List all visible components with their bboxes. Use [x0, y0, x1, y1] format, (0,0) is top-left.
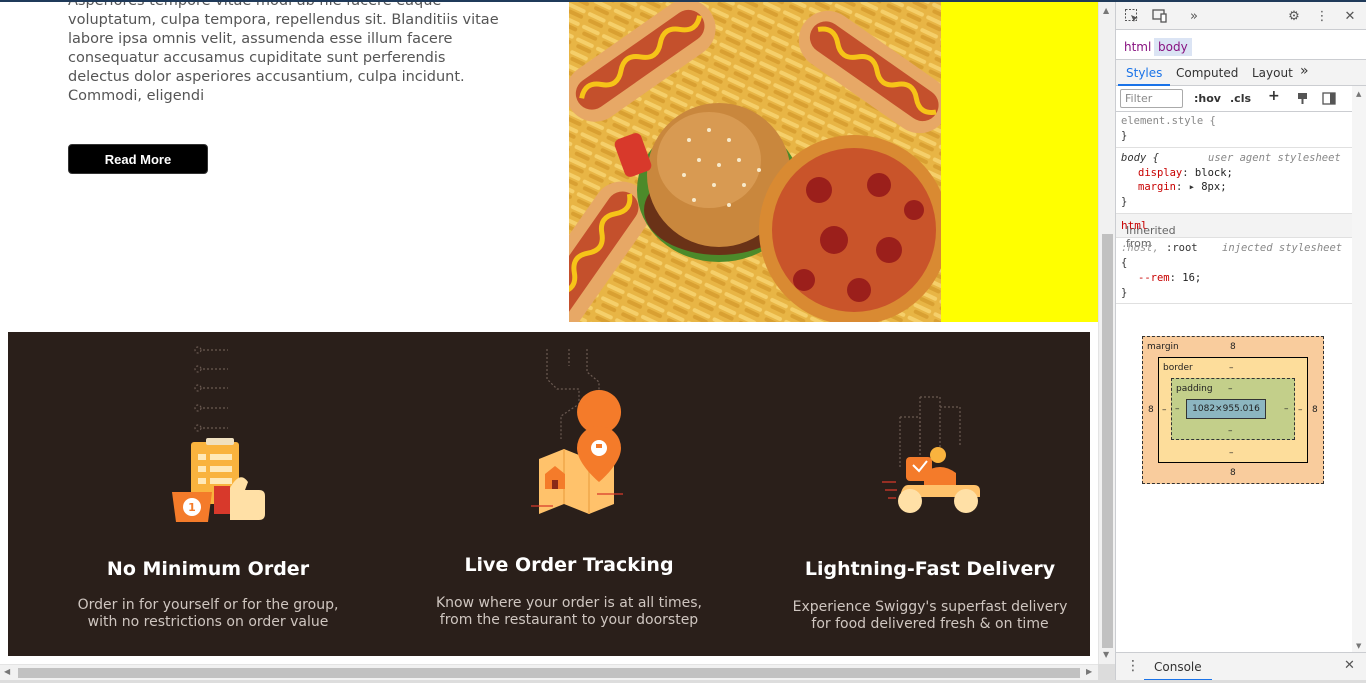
margin-top-value[interactable]: 8: [1230, 342, 1236, 352]
box-model-margin-label: margin: [1147, 342, 1179, 352]
features-section: 1 No Minimum Order Order in for yourself…: [8, 332, 1090, 656]
css-declaration[interactable]: margin: ▸ 8px;: [1138, 181, 1227, 193]
page-viewport[interactable]: Asperiores tempore vitae modi ab nie fac…: [0, 2, 1098, 664]
breadcrumb-html[interactable]: html: [1120, 38, 1155, 56]
margin-right-value[interactable]: 8: [1312, 405, 1318, 415]
read-more-button[interactable]: Read More: [68, 144, 208, 174]
more-options-icon[interactable]: ⋮: [1312, 6, 1332, 26]
rule-source: injected stylesheet: [1222, 242, 1343, 254]
border-bottom-value[interactable]: –: [1229, 448, 1234, 458]
padding-bottom-value[interactable]: –: [1228, 426, 1233, 436]
styles-filter-bar: Filter :hov .cls +: [1116, 86, 1366, 112]
padding-right-value[interactable]: –: [1284, 404, 1289, 414]
padding-left-value[interactable]: –: [1175, 404, 1180, 414]
body-user-agent-rule: body { user agent stylesheet display: bl…: [1116, 148, 1352, 214]
tab-console[interactable]: Console: [1144, 653, 1212, 681]
scroll-down-arrow-icon[interactable]: ▼: [1356, 642, 1361, 650]
rule-close-brace: }: [1121, 196, 1128, 208]
feature-desc-line: from the restaurant to your doorstep: [439, 612, 699, 628]
css-declaration[interactable]: --rem: 16;: [1138, 272, 1201, 284]
delivery-scooter-icon: [882, 396, 980, 513]
devtools-toolbar: » ⚙ ⋮ ✕: [1116, 2, 1366, 30]
rule-open-brace: {: [1121, 257, 1128, 269]
breadcrumb-body[interactable]: body: [1154, 38, 1192, 56]
styles-filter-input[interactable]: Filter: [1120, 89, 1183, 108]
about-paragraph: Asperiores tempore vitae modi ab nie fac…: [68, 2, 499, 104]
scrollbar-thumb[interactable]: [18, 668, 1080, 678]
rule-source: user agent stylesheet: [1208, 152, 1341, 164]
tab-layout[interactable]: Layout: [1252, 66, 1293, 80]
feature-desc-line: with no restrictions on order value: [87, 614, 329, 630]
feature-desc-line: Know where your order is at all times,: [435, 595, 702, 611]
box-model-padding[interactable]: padding – – – – 1082×955.016: [1171, 378, 1295, 440]
box-model-content-size[interactable]: 1082×955.016: [1186, 399, 1266, 419]
padding-top-value[interactable]: –: [1228, 384, 1233, 394]
feature-desc-line: Order in for yourself or for the group,: [77, 597, 339, 613]
cls-toggle[interactable]: .cls: [1230, 92, 1251, 105]
close-devtools-icon[interactable]: ✕: [1340, 6, 1360, 26]
css-declaration[interactable]: display: block;: [1138, 167, 1233, 179]
page-vertical-scrollbar[interactable]: ▲ ▼: [1098, 2, 1115, 664]
new-rule-plus-icon[interactable]: +: [1268, 88, 1280, 104]
toggle-sidebar-icon[interactable]: [1322, 92, 1336, 108]
more-tabs-chevron-icon[interactable]: »: [1300, 63, 1309, 79]
scrollbar-corner: [1098, 664, 1115, 680]
scrollbar-thumb[interactable]: [1102, 234, 1113, 648]
box-model-border-label: border: [1163, 363, 1193, 373]
feature-live-order-tracking: Live Order Tracking Know where your orde…: [409, 332, 729, 656]
tab-styles[interactable]: Styles: [1117, 66, 1171, 86]
settings-gear-icon[interactable]: ⚙: [1284, 6, 1304, 26]
scroll-up-arrow-icon[interactable]: ▲: [1356, 90, 1361, 98]
feature-desc-line: for food delivered fresh & on time: [811, 616, 1049, 632]
feature-no-minimum-order: 1 No Minimum Order Order in for yourself…: [48, 332, 368, 656]
dom-breadcrumb: html body: [1116, 32, 1366, 60]
devtools-panel: » ⚙ ⋮ ✕ html body Styles Computed Layout…: [1115, 2, 1366, 681]
scroll-up-arrow-icon[interactable]: ▲: [1103, 6, 1109, 15]
border-top-value[interactable]: –: [1229, 363, 1234, 373]
feature-desc-line: Experience Swiggy's superfast delivery: [792, 599, 1068, 615]
paint-brush-icon[interactable]: [1296, 92, 1309, 108]
styles-pane-scrollbar[interactable]: ▲ ▼: [1352, 86, 1366, 652]
inherited-tag-link[interactable]: html: [1121, 219, 1148, 232]
rule-close-brace: }: [1121, 287, 1128, 299]
margin-left-value[interactable]: 8: [1148, 405, 1154, 415]
page-horizontal-scrollbar[interactable]: ◀ ▶: [0, 664, 1098, 680]
box-model-margin[interactable]: margin 8 8 8 8 border – – – – padding – …: [1142, 336, 1324, 484]
rule-selector-root[interactable]: :root: [1166, 242, 1198, 254]
margin-bottom-value[interactable]: 8: [1230, 468, 1236, 478]
tab-computed[interactable]: Computed: [1176, 66, 1238, 80]
map-location-pin-icon: [531, 349, 623, 514]
more-tabs-chevron-icon[interactable]: »: [1184, 6, 1204, 26]
box-model-padding-label: padding: [1176, 384, 1213, 394]
feature-lightning-fast-delivery: Lightning-Fast Delivery Experience Swigg…: [770, 332, 1090, 656]
drawer-menu-icon[interactable]: ⋮: [1126, 658, 1140, 674]
scroll-down-arrow-icon[interactable]: ▼: [1103, 650, 1109, 659]
feature-title: Live Order Tracking: [464, 554, 674, 576]
hov-toggle[interactable]: :hov: [1194, 92, 1221, 105]
rule-selector-host[interactable]: :host,: [1121, 242, 1159, 254]
feature-title: No Minimum Order: [106, 558, 310, 580]
devtools-drawer: ⋮ Console ✕: [1116, 652, 1366, 681]
scroll-right-arrow-icon[interactable]: ▶: [1086, 667, 1092, 676]
inspect-element-icon[interactable]: [1122, 6, 1142, 26]
close-drawer-icon[interactable]: ✕: [1344, 658, 1355, 673]
device-toolbar-icon[interactable]: [1150, 6, 1170, 26]
yellow-panel: [941, 2, 1098, 322]
sidebar-tabs: Styles Computed Layout »: [1116, 60, 1366, 86]
rule-selector[interactable]: element.style {: [1121, 115, 1216, 127]
element-style-rule: element.style { }: [1116, 112, 1352, 148]
rule-close-brace: }: [1121, 130, 1128, 142]
border-left-value[interactable]: –: [1162, 405, 1167, 415]
order-checklist-thumbs-up-icon: 1: [172, 346, 265, 522]
feature-title: Lightning-Fast Delivery: [804, 558, 1056, 580]
rule-selector[interactable]: body {: [1121, 152, 1159, 164]
fast-food-image: [569, 2, 941, 322]
box-model-border[interactable]: border – – – – padding – – – – 1082×955.…: [1158, 357, 1308, 463]
svg-text:1: 1: [188, 501, 196, 514]
root-injected-rule: :host, :root injected stylesheet { --rem…: [1116, 238, 1352, 304]
inherited-from-header: Inherited from html: [1116, 214, 1352, 250]
border-right-value[interactable]: –: [1298, 405, 1303, 415]
scroll-left-arrow-icon[interactable]: ◀: [4, 667, 10, 676]
